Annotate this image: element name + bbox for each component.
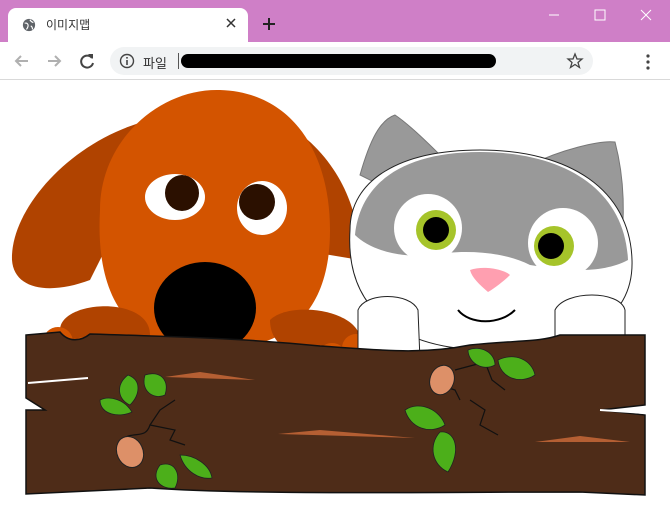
browser-toolbar: 파일 xyxy=(0,42,670,80)
globe-icon xyxy=(22,18,36,32)
cat-illustration[interactable] xyxy=(349,114,633,372)
info-icon[interactable] xyxy=(119,53,135,69)
dog-cat-log-illustration[interactable] xyxy=(0,80,670,518)
redacted-url xyxy=(181,54,496,68)
close-icon[interactable] xyxy=(636,6,656,24)
more-menu-icon[interactable] xyxy=(638,52,658,72)
new-tab-icon[interactable] xyxy=(261,16,277,32)
text-cursor xyxy=(178,53,179,69)
dog-illustration[interactable] xyxy=(11,89,370,379)
address-bar[interactable]: 파일 xyxy=(110,47,593,75)
back-arrow-icon[interactable] xyxy=(12,51,32,71)
tab-title: 이미지맵 xyxy=(46,18,91,32)
maximize-icon[interactable] xyxy=(590,6,610,24)
star-icon[interactable] xyxy=(566,52,584,70)
forward-arrow-icon[interactable] xyxy=(44,51,64,71)
minimize-icon[interactable] xyxy=(544,6,564,24)
tab-close-icon[interactable] xyxy=(224,16,238,30)
address-scheme-label: 파일 xyxy=(143,57,167,72)
reload-icon[interactable] xyxy=(77,51,97,71)
page-content xyxy=(0,80,670,518)
tab-strip: 이미지맵 xyxy=(0,0,670,42)
tab-active[interactable]: 이미지맵 xyxy=(8,8,248,42)
